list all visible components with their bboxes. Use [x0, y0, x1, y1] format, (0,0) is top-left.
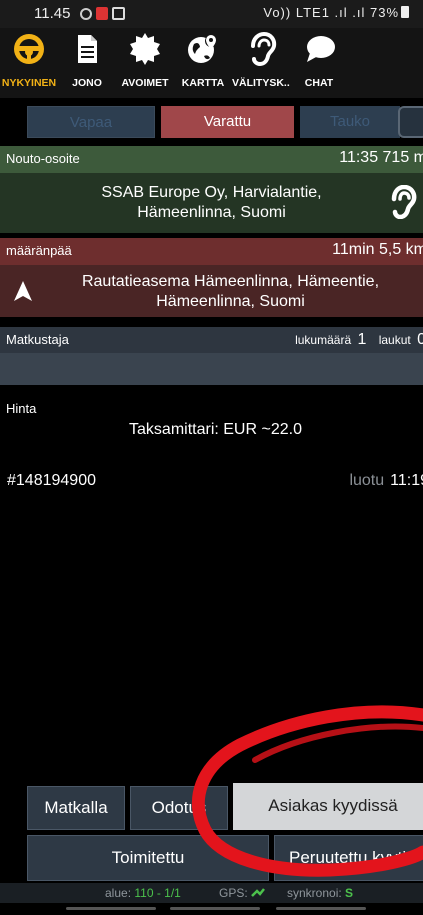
tab-chat[interactable]: CHAT — [290, 28, 348, 98]
passenger-counts: lukumäärä 1 laukut 0 — [295, 331, 423, 349]
destination-address-line1: Rautatieasema Hämeenlinna, Hämeentie, — [81, 273, 380, 290]
clock: 11.45 — [34, 5, 71, 22]
tab-label: JONO — [72, 77, 102, 89]
created-time: luotu 11:19 — [349, 472, 423, 490]
passenger-header: Matkustaja lukumäärä 1 laukut 0 — [0, 327, 423, 353]
pickup-label: Nouto-osoite — [6, 151, 80, 166]
document-icon — [78, 35, 97, 63]
circle-icon — [80, 8, 92, 20]
sync-status: synkronoi: S — [287, 886, 353, 900]
tab-label: VÄLITYSK... — [232, 77, 290, 89]
tab-kartta[interactable]: KARTTA — [174, 28, 232, 98]
en-route-button[interactable]: Matkalla — [27, 786, 125, 830]
signal-battery-indicators: Vo)) LTE1 .ıl .ıl 73% — [263, 5, 409, 20]
system-status-bar: 11.45 Vo)) LTE1 .ıl .ıl 73% — [0, 0, 423, 28]
area-status: alue: 110 - 1/1 — [105, 886, 181, 900]
passenger-details — [0, 353, 423, 385]
steering-wheel-icon — [14, 34, 44, 64]
price-value: Taksamittari: EUR ~22.0 — [129, 421, 302, 438]
calendar-icon — [96, 7, 108, 20]
gps-status: GPS: — [219, 886, 266, 900]
delivered-button[interactable]: Toimitettu — [27, 835, 269, 881]
gallery-icon — [112, 7, 125, 20]
status-break-button[interactable]: Tauko — [300, 106, 400, 138]
ear-icon[interactable] — [387, 185, 417, 219]
tab-label: NYKYINEN — [1, 77, 57, 89]
destination-address: Rautatieasema Hämeenlinna, Hämeentie, Hä… — [40, 272, 421, 312]
price-label: Hinta — [6, 401, 37, 416]
order-id: #148194900 — [7, 472, 96, 489]
status-busy-button[interactable]: Varattu — [161, 106, 294, 138]
area-value: 110 - 1/1 — [134, 886, 181, 900]
destination-label: määränpää — [6, 243, 72, 258]
pickup-address-line2: Hämeenlinna, Suomi — [137, 204, 286, 221]
tab-label: CHAT — [304, 77, 334, 89]
tab-overflow[interactable] — [348, 28, 423, 98]
status-extra-button[interactable] — [398, 106, 423, 138]
pickup-header: Nouto-osoite 11:35 715 m — [0, 146, 423, 173]
tab-label: AVOIMET — [121, 77, 169, 89]
sync-label: synkronoi: — [287, 886, 342, 900]
gps-label: GPS: — [219, 886, 248, 900]
destination-eta-distance: 11min 5,5 km — [332, 241, 423, 258]
nav-gesture-recent[interactable] — [276, 907, 366, 910]
ear-icon — [251, 32, 277, 66]
status-free-button[interactable]: Vapaa — [27, 106, 155, 138]
pickup-time-distance: 11:35 715 m — [339, 149, 423, 166]
tab-avoimet[interactable]: AVOIMET — [116, 28, 174, 98]
bags-value: 0 — [417, 331, 423, 348]
tab-jono[interactable]: JONO — [58, 28, 116, 98]
area-label: alue: — [105, 886, 132, 900]
availability-segment: Vapaa Varattu Tauko — [0, 100, 423, 140]
satellite-icon — [251, 888, 266, 897]
tab-label: KARTTA — [181, 77, 225, 89]
pickup-address-line1: SSAB Europe Oy, Harvialantie, — [101, 184, 322, 201]
destination-address-panel[interactable]: Rautatieasema Hämeenlinna, Hämeentie, Hä… — [0, 265, 423, 317]
created-value: 11:19 — [390, 472, 423, 489]
pickup-address: SSAB Europe Oy, Harvialantie, Hämeenlinn… — [40, 183, 383, 223]
connection-status-bar: alue: 110 - 1/1 GPS: synkronoi: S — [0, 883, 423, 903]
tab-nykyinen[interactable]: NYKYINEN — [0, 28, 58, 98]
pickup-address-panel[interactable]: SSAB Europe Oy, Harvialantie, Hämeenlinn… — [0, 173, 423, 233]
navigation-arrow-icon[interactable] — [12, 280, 34, 302]
customer-onboard-button[interactable]: Asiakas kyydissä — [233, 783, 423, 830]
chat-bubble-icon — [307, 36, 335, 62]
tab-valityskeskus[interactable]: VÄLITYSK... — [232, 28, 290, 98]
battery-icon — [401, 6, 409, 18]
waiting-button[interactable]: Odotus — [130, 786, 228, 830]
sun-badge-icon — [130, 33, 160, 65]
destination-header: määränpää 11min 5,5 km — [0, 238, 423, 265]
passenger-label: Matkustaja — [6, 332, 69, 347]
destination-address-line2: Hämeenlinna, Suomi — [156, 293, 305, 310]
sync-value: S — [345, 886, 354, 900]
top-navigation: NYKYINEN JONO AVOIMET KARTTA VÄLITYSK...… — [0, 28, 423, 98]
map-pin-globe-icon — [188, 35, 217, 63]
nav-gesture-home[interactable] — [170, 907, 260, 910]
created-label: luotu — [349, 472, 385, 489]
passenger-count-label: lukumäärä — [295, 333, 352, 347]
nav-gesture-back[interactable] — [66, 907, 156, 910]
passenger-count-value: 1 — [357, 331, 367, 348]
bags-label: laukut — [378, 333, 411, 347]
cancelled-button[interactable]: Peruutettu kyyti — [274, 835, 423, 881]
